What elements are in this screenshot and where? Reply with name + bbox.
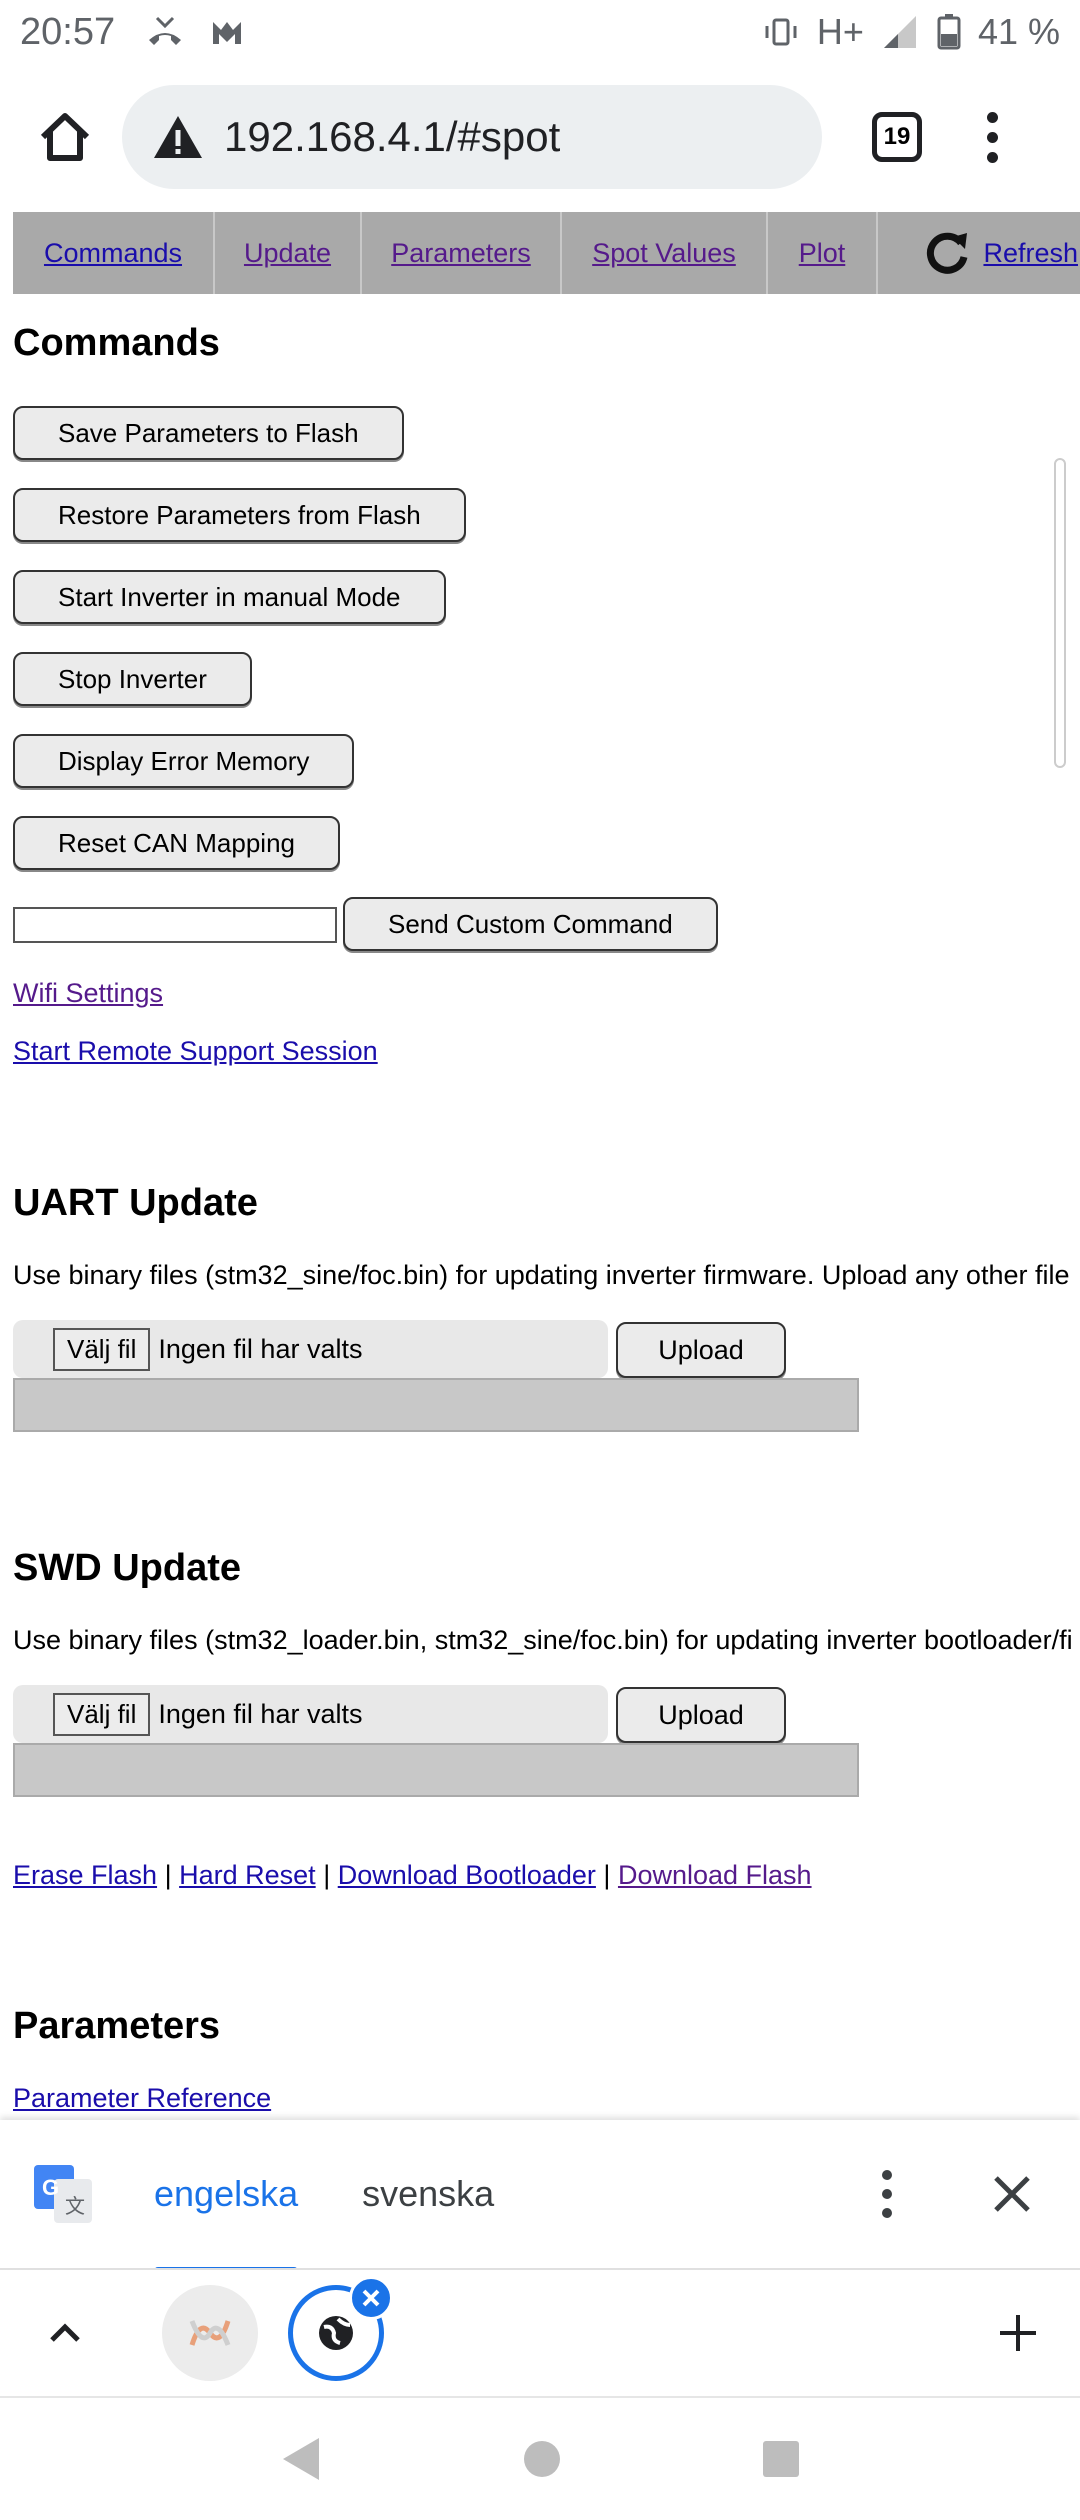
address-bar[interactable]: 192.168.4.1/#spot: [122, 85, 822, 189]
uart-file-chooser[interactable]: Välj fil Ingen fil har valts: [13, 1320, 608, 1378]
browser-menu-button[interactable]: [982, 111, 1002, 163]
tab-close-button[interactable]: [349, 2276, 393, 2320]
site-favicon-icon: [189, 2320, 231, 2346]
separator: |: [164, 1860, 172, 1890]
inner-scrollbar[interactable]: [1054, 458, 1066, 768]
translate-language-other[interactable]: svenska: [362, 2173, 494, 2215]
nav-commands-link[interactable]: Commands: [44, 238, 182, 269]
status-bar: 20:57 H+ 41 %: [0, 0, 1080, 64]
swd-no-file-label: Ingen fil har valts: [158, 1698, 363, 1729]
separator: |: [323, 1860, 331, 1890]
download-flash-link[interactable]: Download Flash: [618, 1860, 812, 1890]
status-time: 20:57: [20, 10, 116, 53]
translate-menu-button[interactable]: [882, 2170, 892, 2218]
nav-item-plot[interactable]: Plot: [768, 212, 878, 294]
uart-choose-file-button[interactable]: Välj fil: [53, 1327, 151, 1371]
swd-upload-button[interactable]: Upload: [616, 1687, 786, 1743]
close-icon[interactable]: [992, 2174, 1032, 2214]
swd-file-chooser[interactable]: Välj fil Ingen fil har valts: [13, 1685, 608, 1743]
home-button[interactable]: [30, 102, 100, 172]
flash-actions-row: Erase Flash | Hard Reset | Download Boot…: [13, 1860, 812, 1891]
swd-progress-bar: [13, 1743, 859, 1797]
google-translate-icon: G 文: [34, 2165, 92, 2223]
missed-call-icon: [149, 16, 182, 45]
translate-bar: G 文 engelska svenska: [0, 2120, 1080, 2275]
nav-parameters-link[interactable]: Parameters: [391, 238, 531, 269]
new-tab-icon[interactable]: [996, 2311, 1040, 2355]
uart-progress-bar: [13, 1378, 859, 1432]
not-secure-warning-icon[interactable]: [152, 114, 204, 160]
nav-item-spot-values[interactable]: Spot Values: [562, 212, 768, 294]
uart-upload-button[interactable]: Upload: [616, 1322, 786, 1378]
separator: |: [603, 1860, 611, 1890]
swd-description: Use binary files (stm32_loader.bin, stm3…: [13, 1625, 1073, 1655]
hard-reset-link[interactable]: Hard Reset: [179, 1860, 316, 1890]
start-inverter-manual-button[interactable]: Start Inverter in manual Mode: [13, 570, 446, 624]
stop-inverter-button[interactable]: Stop Inverter: [13, 652, 252, 706]
parameters-heading: Parameters: [13, 2005, 221, 2047]
globe-icon: [319, 2316, 353, 2350]
home-icon: [40, 113, 90, 161]
erase-flash-link[interactable]: Erase Flash: [13, 1860, 157, 1890]
restore-parameters-button[interactable]: Restore Parameters from Flash: [13, 488, 466, 542]
system-navigation-bar: [0, 2396, 1080, 2520]
remote-support-link[interactable]: Start Remote Support Session: [13, 1036, 378, 1067]
browser-toolbar: 192.168.4.1/#spot 19: [0, 72, 1080, 202]
nav-refresh-link[interactable]: Refresh: [983, 238, 1078, 269]
save-parameters-button[interactable]: Save Parameters to Flash: [13, 406, 404, 460]
reset-can-mapping-button[interactable]: Reset CAN Mapping: [13, 816, 340, 870]
uart-no-file-label: Ingen fil har valts: [158, 1333, 363, 1364]
app-notification-icon: [213, 22, 242, 44]
refresh-icon[interactable]: [921, 229, 973, 277]
display-error-memory-button[interactable]: Display Error Memory: [13, 734, 355, 788]
wifi-settings-link[interactable]: Wifi Settings: [13, 978, 163, 1009]
network-type: H+: [816, 11, 864, 52]
tab-favicon-1[interactable]: [162, 2285, 258, 2381]
tab-strip: [0, 2268, 1080, 2396]
send-custom-command-button[interactable]: Send Custom Command: [343, 897, 718, 951]
swd-update-heading: SWD Update: [13, 1547, 241, 1589]
top-nav: Commands Update Parameters Spot Values P…: [13, 212, 1080, 294]
nav-item-refresh[interactable]: Refresh: [878, 212, 1078, 294]
swd-choose-file-button[interactable]: Välj fil: [53, 1692, 151, 1736]
nav-item-update[interactable]: Update: [215, 212, 362, 294]
tab-switcher-button[interactable]: 19: [872, 112, 922, 162]
web-page: Commands Update Parameters Spot Values P…: [0, 210, 1080, 2120]
svg-text:G: G: [42, 2175, 59, 2200]
commands-heading: Commands: [13, 322, 220, 364]
vibrate-icon: [765, 18, 797, 46]
uart-description: Use binary files (stm32_sine/foc.bin) fo…: [13, 1260, 1070, 1290]
custom-command-input[interactable]: [13, 907, 337, 943]
url-text: 192.168.4.1/#spot: [224, 113, 561, 160]
tab-favicon-2[interactable]: [288, 2276, 393, 2381]
chevron-up-icon[interactable]: [48, 2316, 82, 2350]
battery-level: 41 %: [977, 11, 1060, 52]
nav-item-parameters[interactable]: Parameters: [362, 212, 562, 294]
nav-update-link[interactable]: Update: [244, 238, 331, 269]
nav-plot-link[interactable]: Plot: [799, 238, 846, 269]
home-nav-icon[interactable]: [522, 2439, 562, 2479]
nav-item-commands[interactable]: Commands: [13, 212, 215, 294]
close-icon: [362, 2289, 380, 2307]
signal-icon: [883, 16, 916, 48]
recents-icon[interactable]: [761, 2439, 801, 2479]
svg-text:文: 文: [65, 2194, 85, 2218]
parameter-reference-link[interactable]: Parameter Reference: [13, 2083, 271, 2114]
download-bootloader-link[interactable]: Download Bootloader: [338, 1860, 596, 1890]
translate-language-active[interactable]: engelska: [154, 2173, 299, 2275]
back-icon[interactable]: [279, 2436, 323, 2482]
uart-update-heading: UART Update: [13, 1182, 258, 1224]
nav-spot-values-link[interactable]: Spot Values: [592, 238, 736, 269]
battery-icon: [937, 14, 961, 50]
